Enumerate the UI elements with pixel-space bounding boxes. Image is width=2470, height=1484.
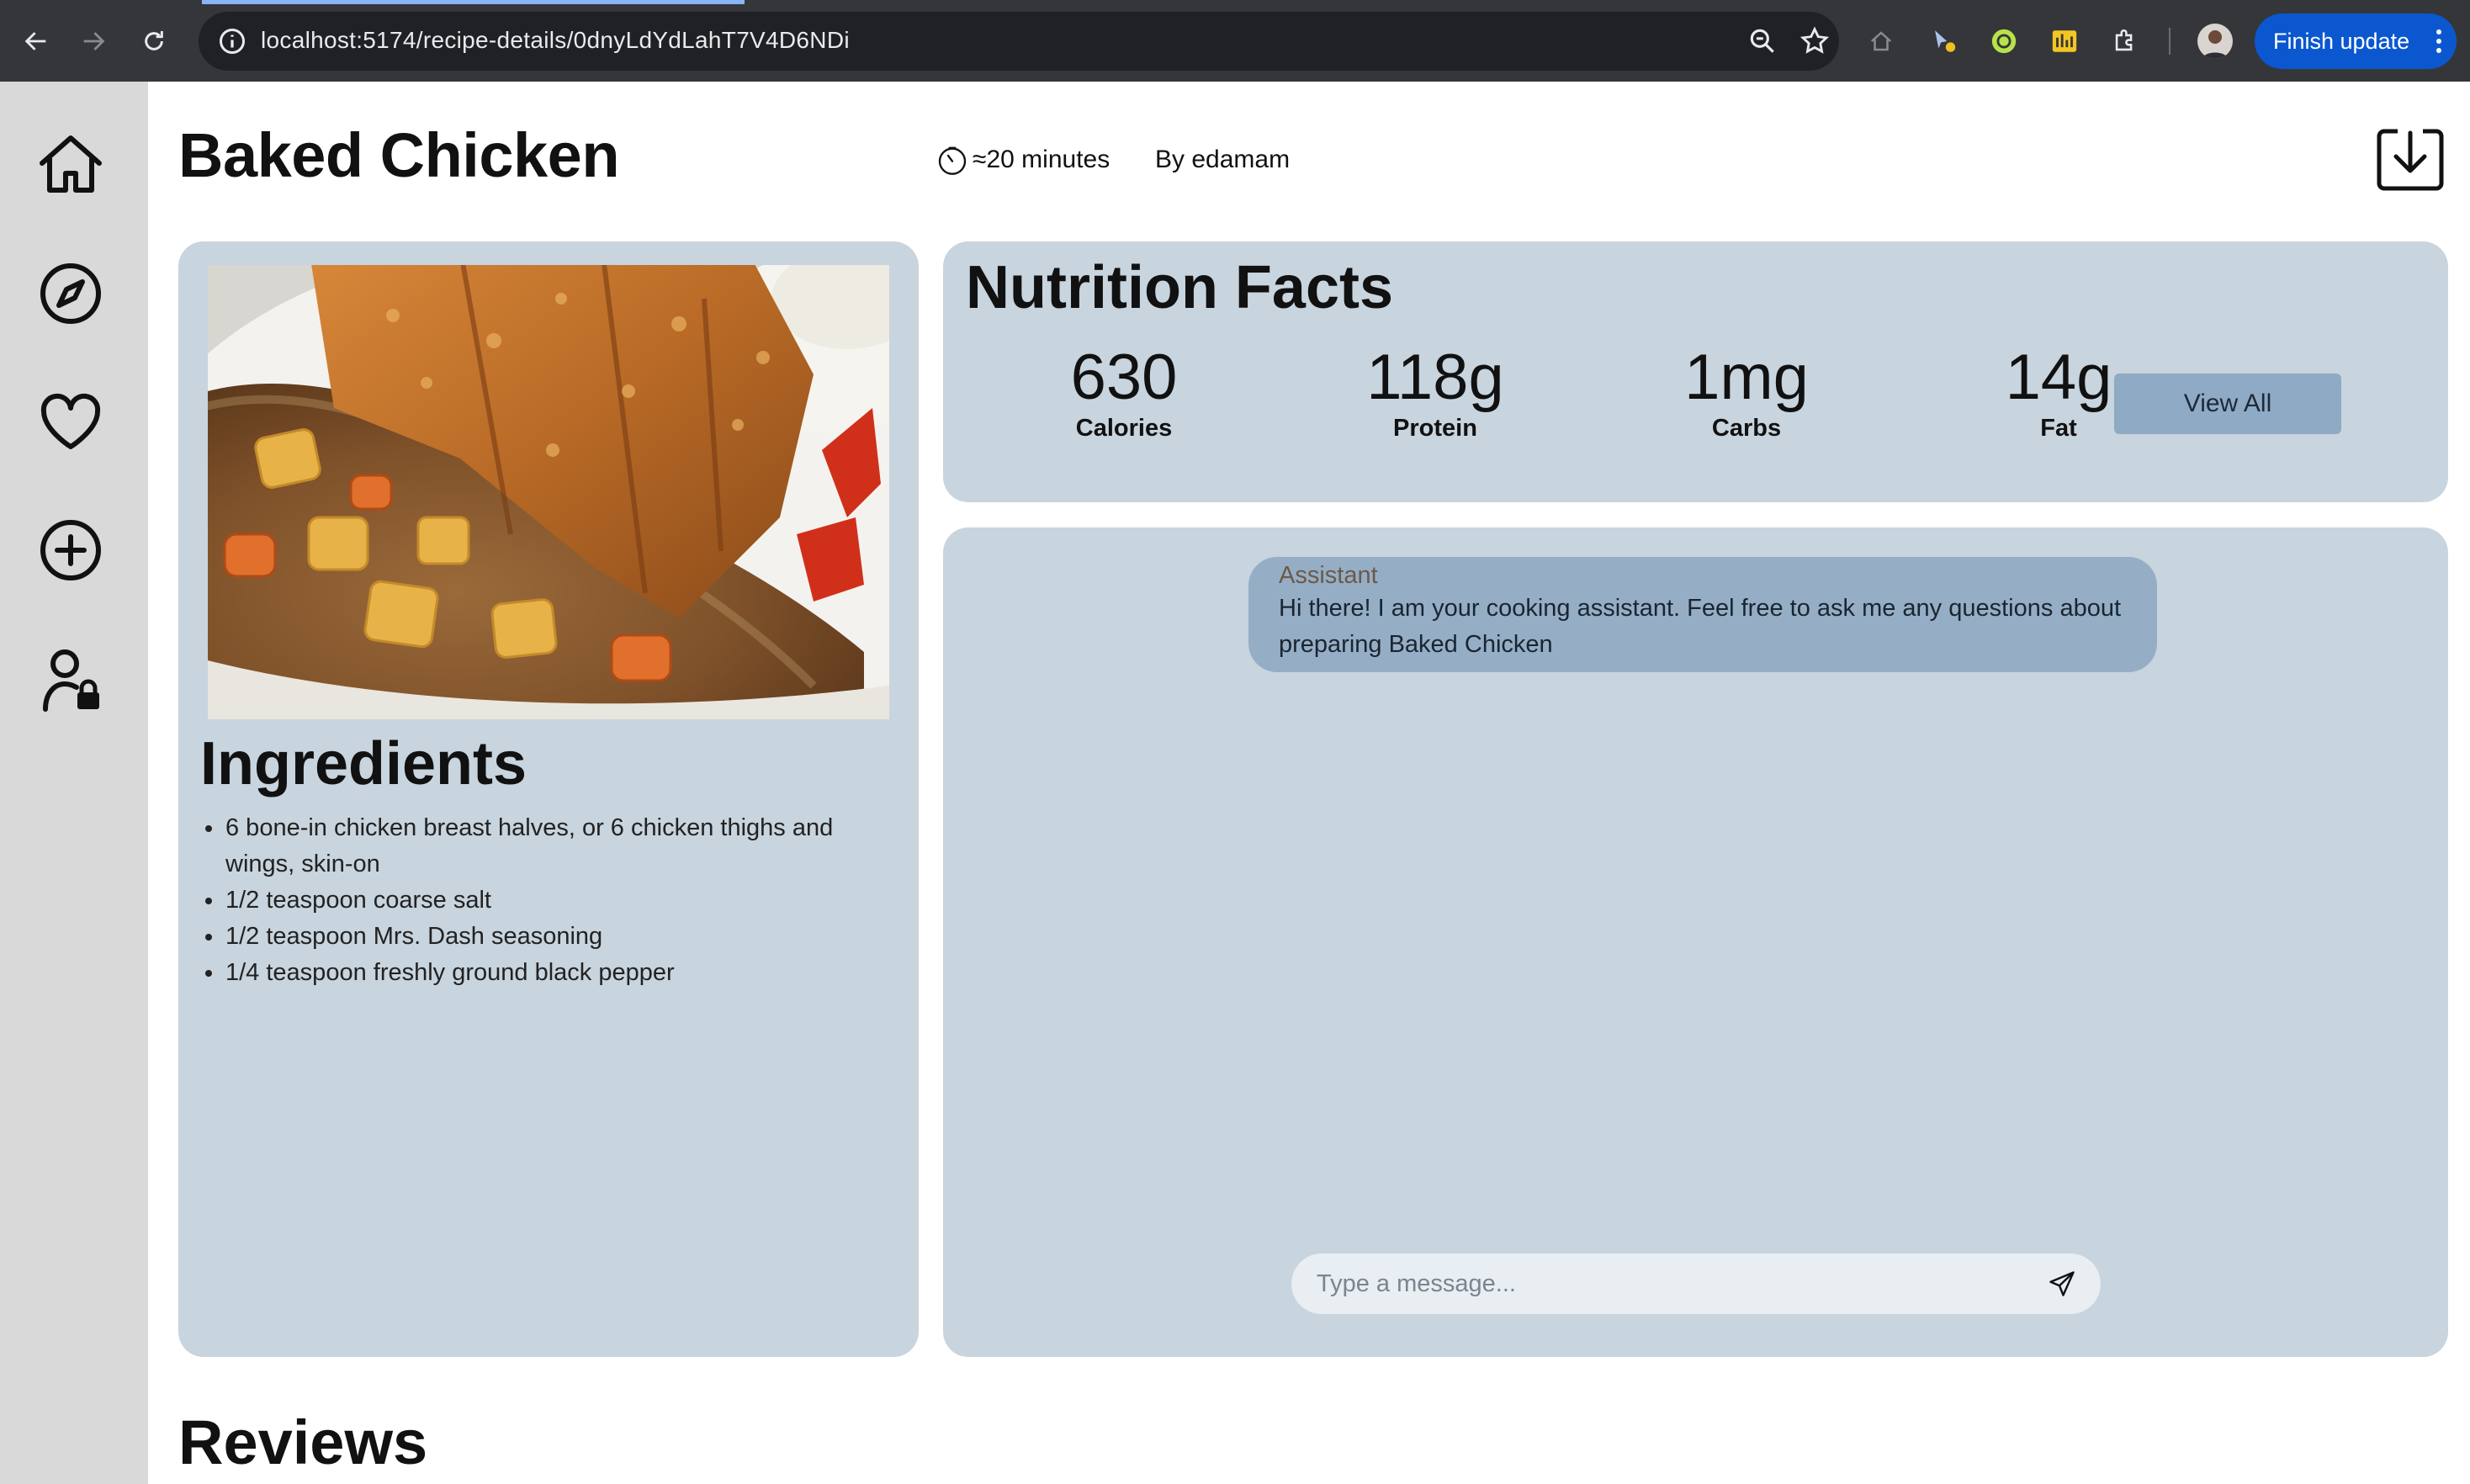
nutrition-protein: 118g Protein (1338, 342, 1532, 443)
ingredient-item: 1/2 teaspoon coarse salt (202, 882, 867, 919)
home-icon[interactable] (37, 130, 104, 197)
recipe-title: Baked Chicken (178, 120, 620, 190)
nutrition-facts-panel: Nutrition Facts 630 Calories 118g Protei… (943, 241, 2448, 502)
recipe-info-panel: Ingredients 6 bone-in chicken breast hal… (178, 241, 919, 1357)
message-text-line: preparing Baked Chicken (1279, 631, 1553, 658)
forward-button[interactable] (72, 20, 114, 62)
message-sender: Assistant (1279, 562, 1378, 589)
finish-update-button[interactable]: Finish update (2255, 13, 2457, 69)
profile-photo-icon (2202, 30, 2228, 59)
ingredients-list: 6 bone-in chicken breast halves, or 6 ch… (202, 810, 867, 991)
nutrition-label: Carbs (1711, 415, 1782, 442)
extension-green-icon[interactable] (1987, 24, 2021, 58)
arrow-left-icon (24, 32, 46, 50)
extension-home-icon[interactable] (1864, 24, 1898, 58)
nutrition-calories: 630 Calories (1027, 342, 1221, 443)
back-button[interactable] (15, 20, 57, 62)
extension-chart-icon[interactable] (2048, 24, 2081, 58)
nutrition-label: Protein (1393, 415, 1477, 442)
extensions-puzzle-icon[interactable] (2108, 24, 2142, 58)
cook-time: ≈20 minutes (936, 143, 1110, 177)
site-info-icon[interactable] (217, 26, 247, 56)
message-text-line: Hi there! I am your cooking assistant. F… (1279, 595, 2122, 622)
arrow-right-icon (83, 32, 105, 50)
nutrition-value: 1mg (1684, 342, 1809, 413)
profile-avatar[interactable] (2197, 24, 2233, 59)
more-vert-icon (2436, 29, 2441, 53)
reload-button[interactable] (133, 20, 175, 62)
assistant-message-bubble: Assistant Hi there! I am your cooking as… (1248, 557, 2157, 672)
nutrition-carbs: 1mg Carbs (1650, 342, 1843, 443)
finish-update-label: Finish update (2273, 29, 2410, 54)
heart-icon[interactable] (37, 388, 104, 455)
plus-circle-icon[interactable] (37, 517, 104, 584)
reviews-title: Reviews (178, 1407, 428, 1477)
loading-progress-bar (202, 0, 745, 4)
extension-cursor-icon[interactable] (1927, 24, 1960, 58)
toolbar-divider (2169, 28, 2171, 55)
chat-input-placeholder[interactable]: Type a message... (1317, 1270, 1516, 1298)
user-lock-icon[interactable] (37, 645, 104, 713)
star-icon[interactable] (1799, 25, 1831, 57)
cook-time-text: ≈20 minutes (973, 146, 1110, 173)
recipe-photo (208, 265, 889, 719)
ingredient-item: 6 bone-in chicken breast halves, or 6 ch… (202, 810, 867, 882)
address-bar[interactable]: localhost:5174/recipe-details/0dnyLdYdLa… (199, 12, 1839, 71)
chat-message-input[interactable]: Type a message... (1291, 1253, 2101, 1314)
timer-icon (938, 146, 967, 175)
view-all-button[interactable]: View All (2114, 374, 2341, 434)
ingredient-item: 1/2 teaspoon Mrs. Dash seasoning (202, 919, 867, 955)
reload-icon (145, 31, 163, 50)
nutrition-value: 630 (1070, 342, 1178, 413)
nutrition-label: Calories (1075, 415, 1173, 442)
send-icon[interactable] (2047, 1269, 2077, 1299)
compass-icon[interactable] (37, 260, 104, 327)
ingredients-title: Ingredients (200, 730, 527, 798)
nutrition-title: Nutrition Facts (966, 254, 1394, 321)
download-icon[interactable] (2372, 119, 2448, 195)
chat-assistant-panel: Assistant Hi there! I am your cooking as… (943, 527, 2448, 1357)
url-text[interactable]: localhost:5174/recipe-details/0dnyLdYdLa… (261, 27, 850, 54)
ingredient-item: 1/4 teaspoon freshly ground black pepper (202, 955, 867, 991)
zoom-icon[interactable] (1746, 25, 1778, 57)
recipe-image (208, 265, 889, 719)
sidebar-nav (0, 82, 148, 1484)
browser-toolbar: localhost:5174/recipe-details/0dnyLdYdLa… (0, 0, 2470, 82)
recipe-author: By edamam (1155, 146, 1291, 173)
nutrition-value: 118g (1366, 342, 1504, 413)
